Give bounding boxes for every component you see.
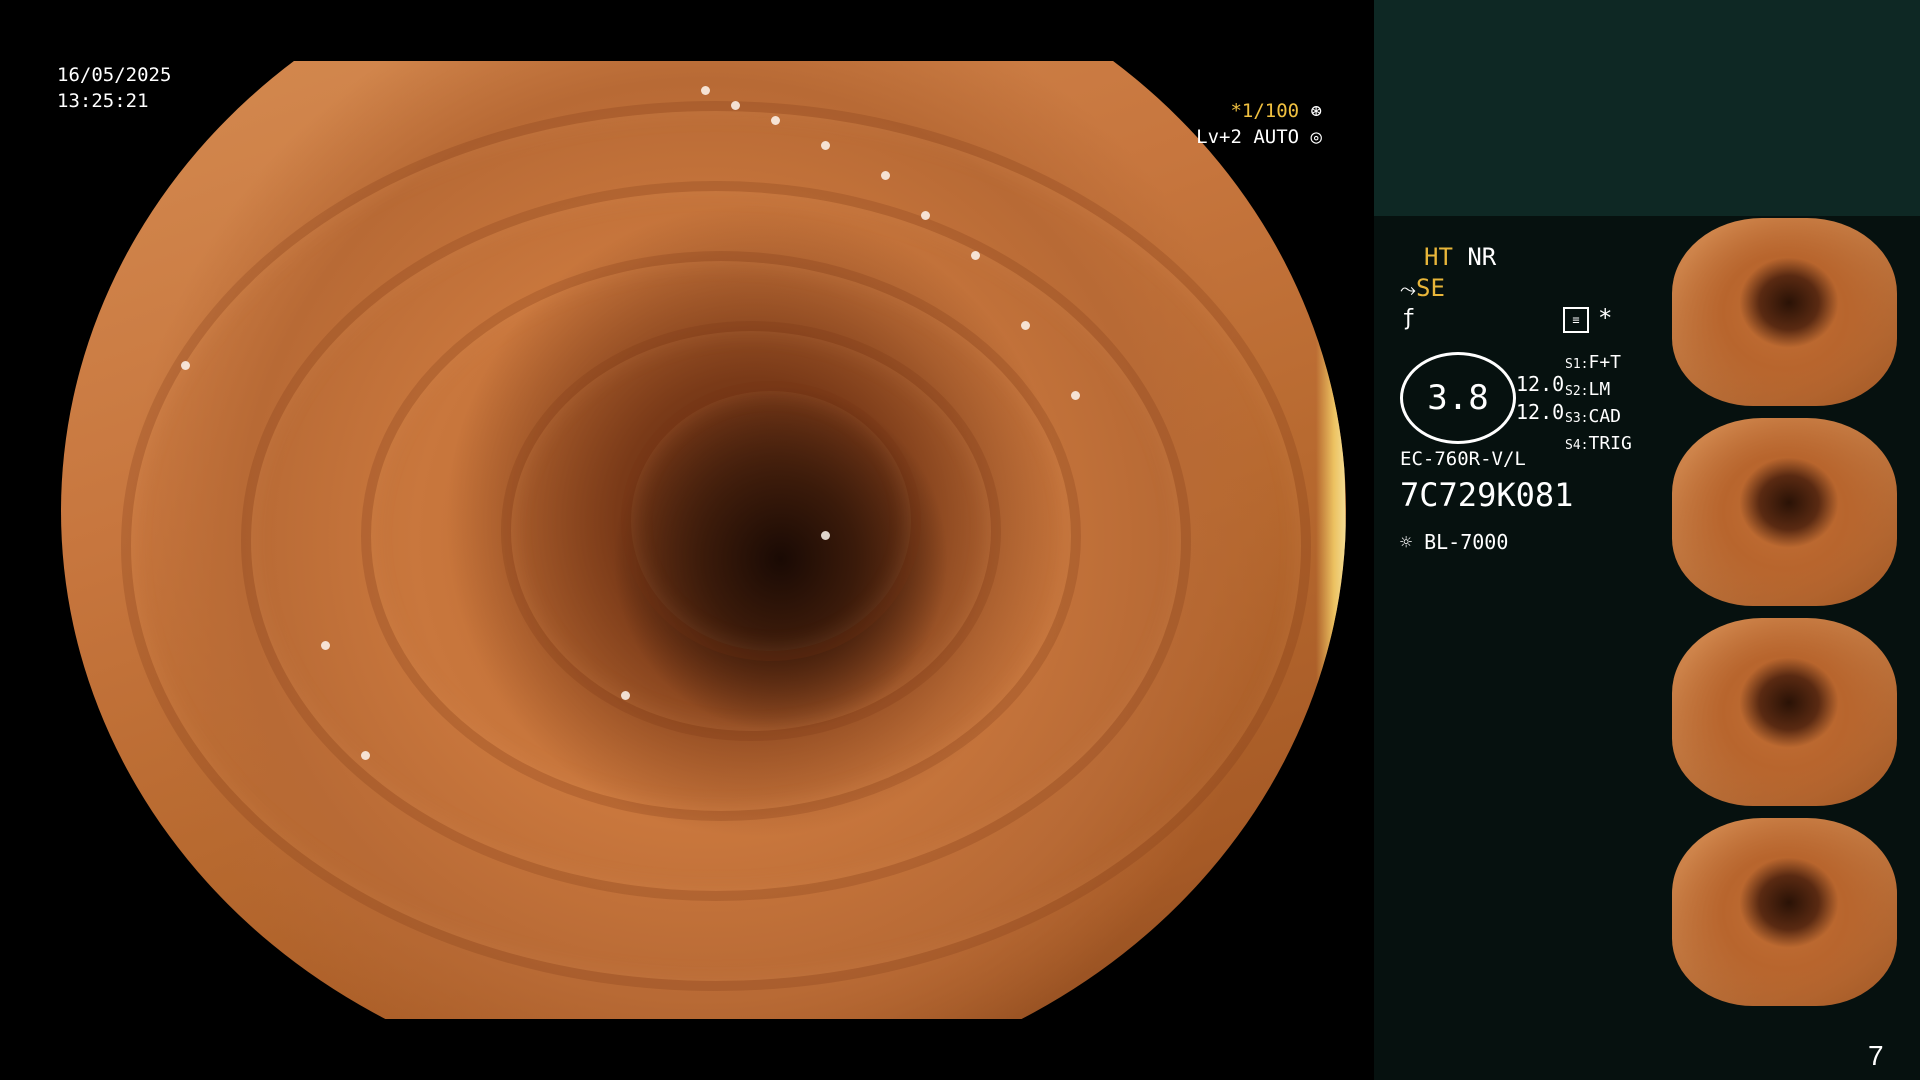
aperture-icon: ⊛ bbox=[1310, 100, 1322, 122]
panel-top bbox=[1374, 0, 1920, 216]
iris-icon: ◎ bbox=[1310, 126, 1322, 148]
light-reflection bbox=[1071, 391, 1080, 400]
light-reflection bbox=[181, 361, 190, 370]
light-reflection bbox=[731, 101, 740, 110]
nr-mode: NR bbox=[1467, 243, 1497, 271]
gauge-row-1: 12.0 bbox=[1516, 372, 1565, 396]
gauge-readouts: 12.0 12.0 bbox=[1516, 370, 1564, 426]
thumbnail[interactable] bbox=[1672, 618, 1897, 806]
page-number: 7 bbox=[1868, 1040, 1884, 1071]
light-reflection bbox=[921, 211, 930, 220]
light-reflection bbox=[771, 116, 780, 125]
datetime-overlay: 16/05/2025 13:25:21 bbox=[57, 62, 171, 114]
level-value: Lv+2 AUTO bbox=[1196, 126, 1300, 148]
light-reflection bbox=[361, 751, 370, 760]
thumbnail[interactable] bbox=[1672, 418, 1897, 606]
menu-icon: ≡ bbox=[1563, 307, 1589, 333]
light-rim bbox=[1316, 321, 1346, 841]
scope-model: EC-760R-V/L bbox=[1400, 448, 1526, 470]
light-source: ☼ BL-7000 bbox=[1400, 530, 1508, 554]
light-reflection bbox=[821, 531, 830, 540]
light-reflection bbox=[881, 171, 890, 180]
switch-item: S1:F+T bbox=[1565, 352, 1621, 373]
mucosa-fold bbox=[621, 381, 921, 661]
se-mode: SE bbox=[1416, 274, 1445, 302]
date-text: 16/05/2025 bbox=[57, 64, 172, 86]
shutter-value: *1/100 bbox=[1230, 100, 1300, 122]
light-source-icon: ☼ bbox=[1400, 530, 1413, 554]
ht-mode: HT bbox=[1424, 243, 1453, 271]
thumbnail[interactable] bbox=[1672, 218, 1897, 406]
scope-serial: 7C729K081 bbox=[1400, 476, 1574, 514]
light-reflection bbox=[701, 86, 710, 95]
thumbnail[interactable] bbox=[1672, 818, 1897, 1006]
gauge: 3.8 bbox=[1400, 352, 1516, 444]
exposure-overlay: *1/100 ⊛ Lv+2 AUTO ◎ bbox=[1150, 98, 1322, 150]
gauge-row-2: 12.0 bbox=[1516, 400, 1565, 424]
switch-list: S1:F+T S2:LM S3:CAD S4:TRIG bbox=[1565, 350, 1632, 458]
switch-item: S4:TRIG bbox=[1565, 433, 1632, 454]
mode-row-2: ⤳SE bbox=[1400, 274, 1445, 302]
switch-item: S2:LM bbox=[1565, 379, 1611, 400]
tilde-icon: ⤳ bbox=[1400, 277, 1416, 301]
light-reflection bbox=[821, 141, 830, 150]
light-reflection bbox=[1021, 321, 1030, 330]
function-icon: ƒ bbox=[1402, 306, 1416, 331]
endoscope-view bbox=[61, 61, 1346, 1019]
light-source-label: BL-7000 bbox=[1424, 530, 1509, 554]
gauge-value: 3.8 bbox=[1427, 378, 1489, 418]
light-reflection bbox=[321, 641, 330, 650]
light-reflection bbox=[971, 251, 980, 260]
star-marker: * bbox=[1598, 304, 1613, 332]
time-text: 13:25:21 bbox=[57, 90, 149, 112]
light-reflection bbox=[621, 691, 630, 700]
mode-row-1: HT NR bbox=[1424, 243, 1496, 271]
switch-item: S3:CAD bbox=[1565, 406, 1621, 427]
